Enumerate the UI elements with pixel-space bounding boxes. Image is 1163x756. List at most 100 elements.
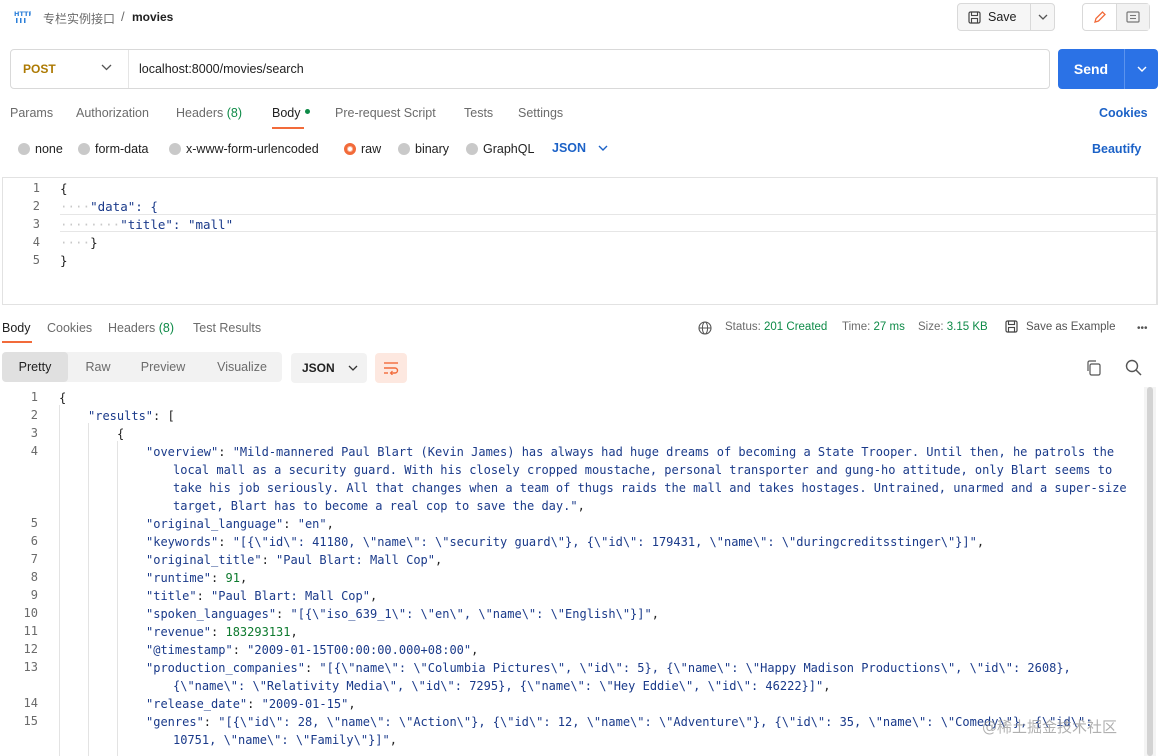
- view-mode-preview[interactable]: Preview: [128, 352, 198, 382]
- response-format-select[interactable]: JSON: [291, 353, 367, 383]
- view-mode-visualize[interactable]: Visualize: [202, 352, 282, 382]
- json-key: "genres": [146, 715, 204, 729]
- body-type-x-www-form-urlencoded[interactable]: x-www-form-urlencoded: [169, 142, 319, 156]
- code-line: {: [60, 180, 68, 198]
- body-type-label: none: [35, 142, 63, 156]
- tab-authorization[interactable]: Authorization: [76, 106, 149, 120]
- line-number: 5: [30, 516, 38, 530]
- whitespace-marker: ····: [60, 235, 91, 250]
- radio-indicator: [466, 143, 478, 155]
- json-line: local mall as a security guard. With his…: [173, 461, 1112, 479]
- time-label: Time:: [842, 321, 871, 333]
- active-tab-indicator: [272, 127, 304, 129]
- json-punctuation: ,: [651, 607, 659, 621]
- response-size[interactable]: Size: 3.15 KB: [918, 321, 988, 333]
- json-line: target, Blart has to become a real cop t…: [173, 497, 585, 515]
- body-type-raw[interactable]: raw: [344, 142, 381, 156]
- wrap-lines-button[interactable]: [375, 353, 407, 383]
- save-options-button[interactable]: [1031, 4, 1054, 30]
- send-button[interactable]: Send: [1058, 49, 1125, 89]
- response-scrollbar[interactable]: [1144, 387, 1156, 756]
- body-type-form-data[interactable]: form-data: [78, 142, 149, 156]
- json-line: "@timestamp": "2009-01-15T00:00:00.000+0…: [146, 641, 478, 659]
- line-number: 2: [30, 408, 38, 422]
- json-key: "spoken_languages": [146, 607, 277, 621]
- send-button-group: Send: [1058, 49, 1158, 89]
- body-type-none[interactable]: none: [18, 142, 63, 156]
- request-body-editor[interactable]: 1{2 ····"data": {3 ········"title": "mall"…: [2, 177, 1158, 305]
- line-number: 7: [30, 552, 38, 566]
- tab-body[interactable]: Body: [272, 106, 310, 120]
- json-string: "[{\"id\": 28, \"name\": \"Action\"}, {\…: [218, 715, 1093, 729]
- method-select[interactable]: POST: [11, 50, 129, 88]
- breadcrumb-collection[interactable]: 专栏实例接口: [43, 10, 115, 27]
- line-number: 3: [32, 217, 40, 231]
- edit-mode-button[interactable]: [1083, 4, 1117, 30]
- json-punctuation: ,: [348, 697, 356, 711]
- response-time[interactable]: Time: 27 ms: [842, 321, 905, 333]
- line-number: 3: [30, 426, 38, 440]
- body-type-binary[interactable]: binary: [398, 142, 449, 156]
- line-number: 11: [23, 624, 38, 638]
- response-tab-body[interactable]: Body: [2, 321, 31, 335]
- more-options-icon[interactable]: •••: [1137, 323, 1148, 334]
- whitespace-marker: ········: [60, 217, 121, 232]
- copy-icon[interactable]: [1086, 360, 1101, 376]
- json-punctuation: :: [232, 643, 248, 657]
- json-punctuation: ,: [239, 571, 248, 585]
- response-tab-test-results[interactable]: Test Results: [193, 321, 261, 335]
- line-number: 4: [32, 235, 40, 249]
- line-number: 5: [32, 253, 40, 267]
- response-tab-headers[interactable]: Headers (8): [108, 321, 174, 335]
- response-body-viewer[interactable]: 1 {2 "results": [3 {4 "overview": "Mild-mann…: [0, 387, 1163, 756]
- editor-scrollbar[interactable]: [1156, 178, 1157, 304]
- save-button[interactable]: Save: [958, 4, 1031, 30]
- chevron-down-icon: [598, 145, 608, 151]
- body-modified-dot: [304, 109, 310, 115]
- code-text: }: [90, 235, 98, 250]
- json-string: "[{\"name\": \"Columbia Pictures\", \"id…: [319, 661, 1071, 675]
- view-mode-raw[interactable]: Raw: [68, 352, 128, 382]
- json-punctuation: ,: [471, 643, 479, 657]
- response-tab-cookies[interactable]: Cookies: [47, 321, 92, 335]
- json-string: take his job seriously. All that changes…: [173, 481, 1127, 495]
- line-number: 13: [23, 660, 38, 674]
- tab-pre-request-script[interactable]: Pre-request Script: [335, 106, 436, 120]
- response-tab-headers-label: Headers: [108, 321, 156, 335]
- scrollbar-thumb[interactable]: [1147, 387, 1153, 756]
- tab-settings[interactable]: Settings: [518, 106, 563, 120]
- json-key: "original_title": [146, 553, 262, 567]
- tab-headers[interactable]: Headers (8): [176, 106, 242, 120]
- json-punctuation: ,: [435, 553, 443, 567]
- tab-tests[interactable]: Tests: [464, 106, 493, 120]
- tab-params[interactable]: Params: [10, 106, 53, 120]
- globe-icon[interactable]: [698, 321, 712, 335]
- radio-indicator: [169, 143, 181, 155]
- search-icon[interactable]: [1125, 359, 1142, 376]
- json-key: "overview": [146, 445, 219, 459]
- json-punctuation: {: [59, 391, 67, 405]
- body-type-label: x-www-form-urlencoded: [186, 142, 319, 156]
- body-format-select[interactable]: JSON: [552, 141, 608, 155]
- send-options-button[interactable]: [1125, 49, 1158, 89]
- code-line: ····}: [60, 234, 98, 252]
- save-as-example-button[interactable]: Save as Example: [1026, 321, 1116, 333]
- json-line: {\"name\": \"Relativity Media\", \"id\":…: [173, 677, 830, 695]
- view-mode-pretty[interactable]: Pretty: [2, 352, 68, 382]
- line-number: 15: [23, 714, 38, 728]
- json-punctuation: :: [211, 571, 226, 585]
- radio-indicator: [18, 143, 30, 155]
- cookies-link[interactable]: Cookies: [1099, 106, 1148, 120]
- documentation-button[interactable]: [1117, 4, 1149, 30]
- json-line: "results": [: [88, 407, 175, 425]
- json-punctuation: ,: [290, 625, 298, 639]
- breadcrumb-request-name[interactable]: movies: [132, 10, 173, 24]
- json-punctuation: : [: [153, 409, 175, 423]
- json-string: "en": [297, 517, 327, 531]
- body-type-graphql[interactable]: GraphQL: [466, 142, 534, 156]
- beautify-link[interactable]: Beautify: [1092, 142, 1141, 156]
- method-label: POST: [23, 62, 56, 76]
- response-status[interactable]: Status: 201 Created: [725, 321, 827, 333]
- url-input[interactable]: [129, 50, 1049, 88]
- json-key: "revenue": [146, 625, 212, 639]
